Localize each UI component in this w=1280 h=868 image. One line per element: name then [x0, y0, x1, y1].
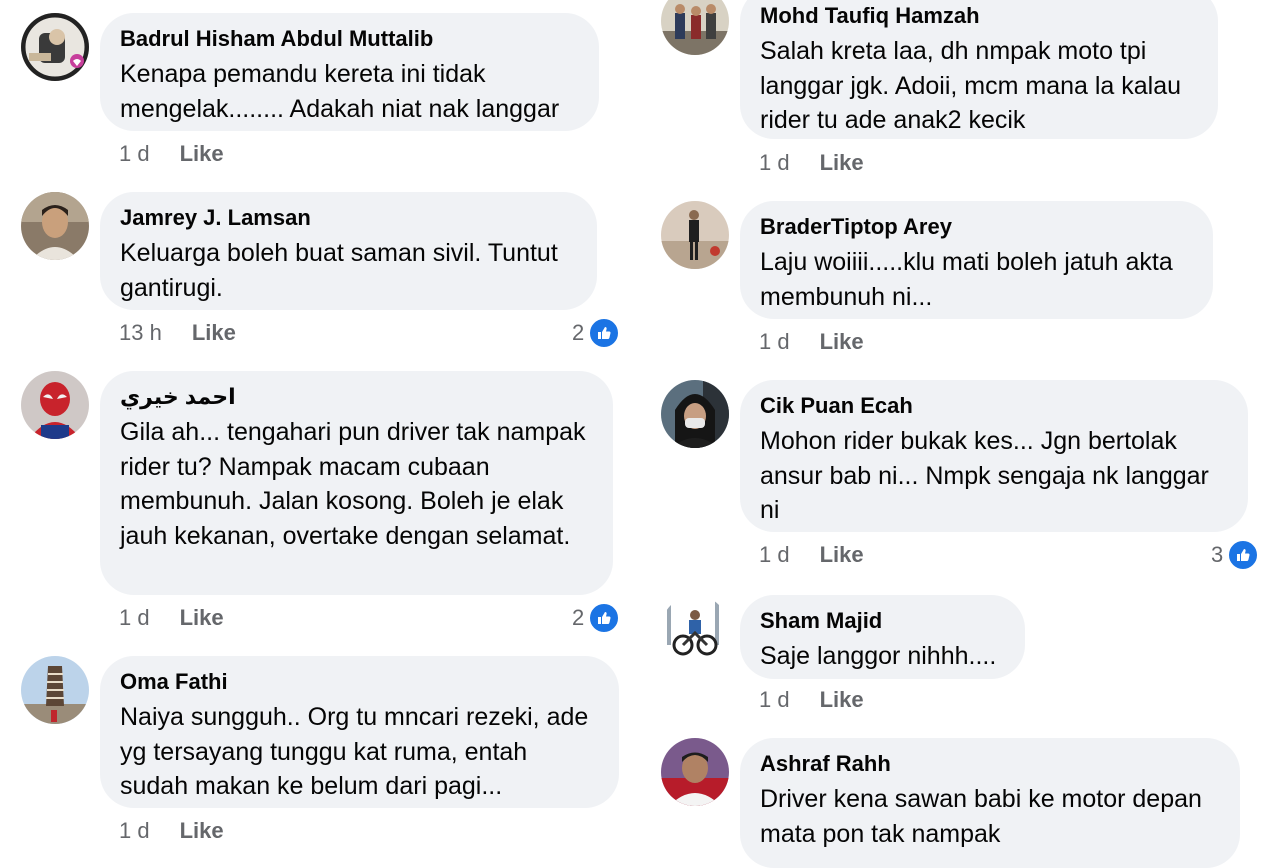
comment-author[interactable]: Badrul Hisham Abdul Muttalib: [120, 26, 579, 52]
like-button[interactable]: Like: [192, 320, 236, 346]
comment-text: Keluarga boleh buat saman sivil. Tuntut …: [120, 239, 558, 302]
comment-bubble: احمد خيري Gila ah... tengahari pun drive…: [100, 371, 613, 595]
standing-man-avatar-icon[interactable]: [661, 201, 729, 269]
comment-author[interactable]: Ashraf Rahh: [760, 751, 1220, 777]
comment-author[interactable]: Mohd Taufiq Hamzah: [760, 3, 1198, 29]
comment-bubble: Badrul Hisham Abdul Muttalib Kenapa pema…: [100, 13, 599, 131]
comment-meta: 1 d Like: [759, 542, 864, 568]
like-button[interactable]: Like: [820, 542, 864, 568]
comment-author[interactable]: BraderTiptop Arey: [760, 214, 1193, 240]
comment-timestamp[interactable]: 1 d: [119, 141, 150, 167]
reaction-count-value: 2: [572, 320, 585, 345]
cyclist-avatar-icon[interactable]: [661, 595, 729, 663]
comment-bubble: BraderTiptop Arey Laju woiiii.....klu ma…: [740, 201, 1213, 319]
comment-bubble: Jamrey J. Lamsan Keluarga boleh buat sam…: [100, 192, 597, 310]
man-portrait-avatar-icon[interactable]: [661, 738, 729, 806]
reaction-count-value: 2: [572, 605, 585, 630]
comment-author[interactable]: Jamrey J. Lamsan: [120, 205, 577, 231]
comment-text: Kenapa pemandu kereta ini tidak mengelak…: [120, 60, 560, 123]
comment-meta: 1 d Like: [119, 818, 224, 844]
comments-column-left: Badrul Hisham Abdul Muttalib Kenapa pema…: [0, 0, 640, 853]
comment-text: Driver kena sawan babi ke motor depan ma…: [760, 785, 1202, 848]
comment-bubble: Mohd Taufiq Hamzah Salah kreta laa, dh n…: [740, 0, 1218, 139]
vaccine-frame-avatar-icon[interactable]: [21, 13, 89, 81]
comments-column-right: Mohd Taufiq Hamzah Salah kreta laa, dh n…: [640, 0, 1280, 868]
comment-timestamp[interactable]: 1 d: [759, 687, 790, 713]
masked-woman-avatar-icon[interactable]: [661, 380, 729, 448]
reaction-count[interactable]: 2: [572, 317, 621, 349]
like-button[interactable]: Like: [180, 141, 224, 167]
comment-timestamp[interactable]: 13 h: [119, 320, 162, 346]
comment-timestamp[interactable]: 1 d: [119, 605, 150, 631]
like-button[interactable]: Like: [820, 687, 864, 713]
comment-author[interactable]: Cik Puan Ecah: [760, 393, 1228, 419]
group-photo-avatar-icon[interactable]: [661, 0, 729, 55]
comment-meta: 1 d Like: [759, 329, 864, 355]
thumbs-up-icon: [588, 317, 621, 349]
comment-meta: 1 d Like: [759, 687, 864, 713]
comment-text: Mohon rider bukak kes... Jgn bertolak an…: [760, 427, 1209, 524]
thumbs-up-icon: [588, 602, 621, 634]
person-photo-avatar-icon[interactable]: [21, 192, 89, 260]
comment-text: Saje langgor nihhh....: [760, 642, 997, 670]
leaning-tower-avatar-icon[interactable]: [21, 656, 89, 724]
comment-meta: 1 d Like: [759, 150, 864, 176]
comment-timestamp[interactable]: 1 d: [759, 542, 790, 568]
comment-bubble: Sham Majid Saje langgor nihhh....: [740, 595, 1025, 679]
comment-text: Gila ah... tengahari pun driver tak namp…: [120, 418, 586, 550]
like-button[interactable]: Like: [820, 150, 864, 176]
comment-author[interactable]: Oma Fathi: [120, 669, 599, 695]
like-button[interactable]: Like: [180, 818, 224, 844]
comment-text: Salah kreta laa, dh nmpak moto tpi langg…: [760, 37, 1182, 134]
comment-author[interactable]: احمد خيري: [120, 384, 593, 410]
comment-bubble: Oma Fathi Naiya sungguh.. Org tu mncari …: [100, 656, 619, 808]
reaction-count-value: 3: [1211, 542, 1224, 567]
comment-text: Laju woiiii.....klu mati boleh jatuh akt…: [760, 248, 1173, 311]
comment-bubble: Cik Puan Ecah Mohon rider bukak kes... J…: [740, 380, 1248, 532]
reaction-count[interactable]: 3: [1211, 539, 1260, 571]
comment-meta: 1 d Like: [119, 141, 224, 167]
comment-timestamp[interactable]: 1 d: [119, 818, 150, 844]
comment-bubble: Ashraf Rahh Driver kena sawan babi ke mo…: [740, 738, 1240, 868]
comment-timestamp[interactable]: 1 d: [759, 329, 790, 355]
like-button[interactable]: Like: [820, 329, 864, 355]
comment-timestamp[interactable]: 1 d: [759, 150, 790, 176]
comment-meta: 13 h Like: [119, 320, 236, 346]
comment-text: Naiya sungguh.. Org tu mncari rezeki, ad…: [120, 703, 589, 800]
reaction-count[interactable]: 2: [572, 602, 621, 634]
spiderman-avatar-icon[interactable]: [21, 371, 89, 439]
comment-meta: 1 d Like: [119, 605, 224, 631]
comment-author[interactable]: Sham Majid: [760, 608, 1005, 634]
like-button[interactable]: Like: [180, 605, 224, 631]
thumbs-up-icon: [1227, 539, 1260, 571]
